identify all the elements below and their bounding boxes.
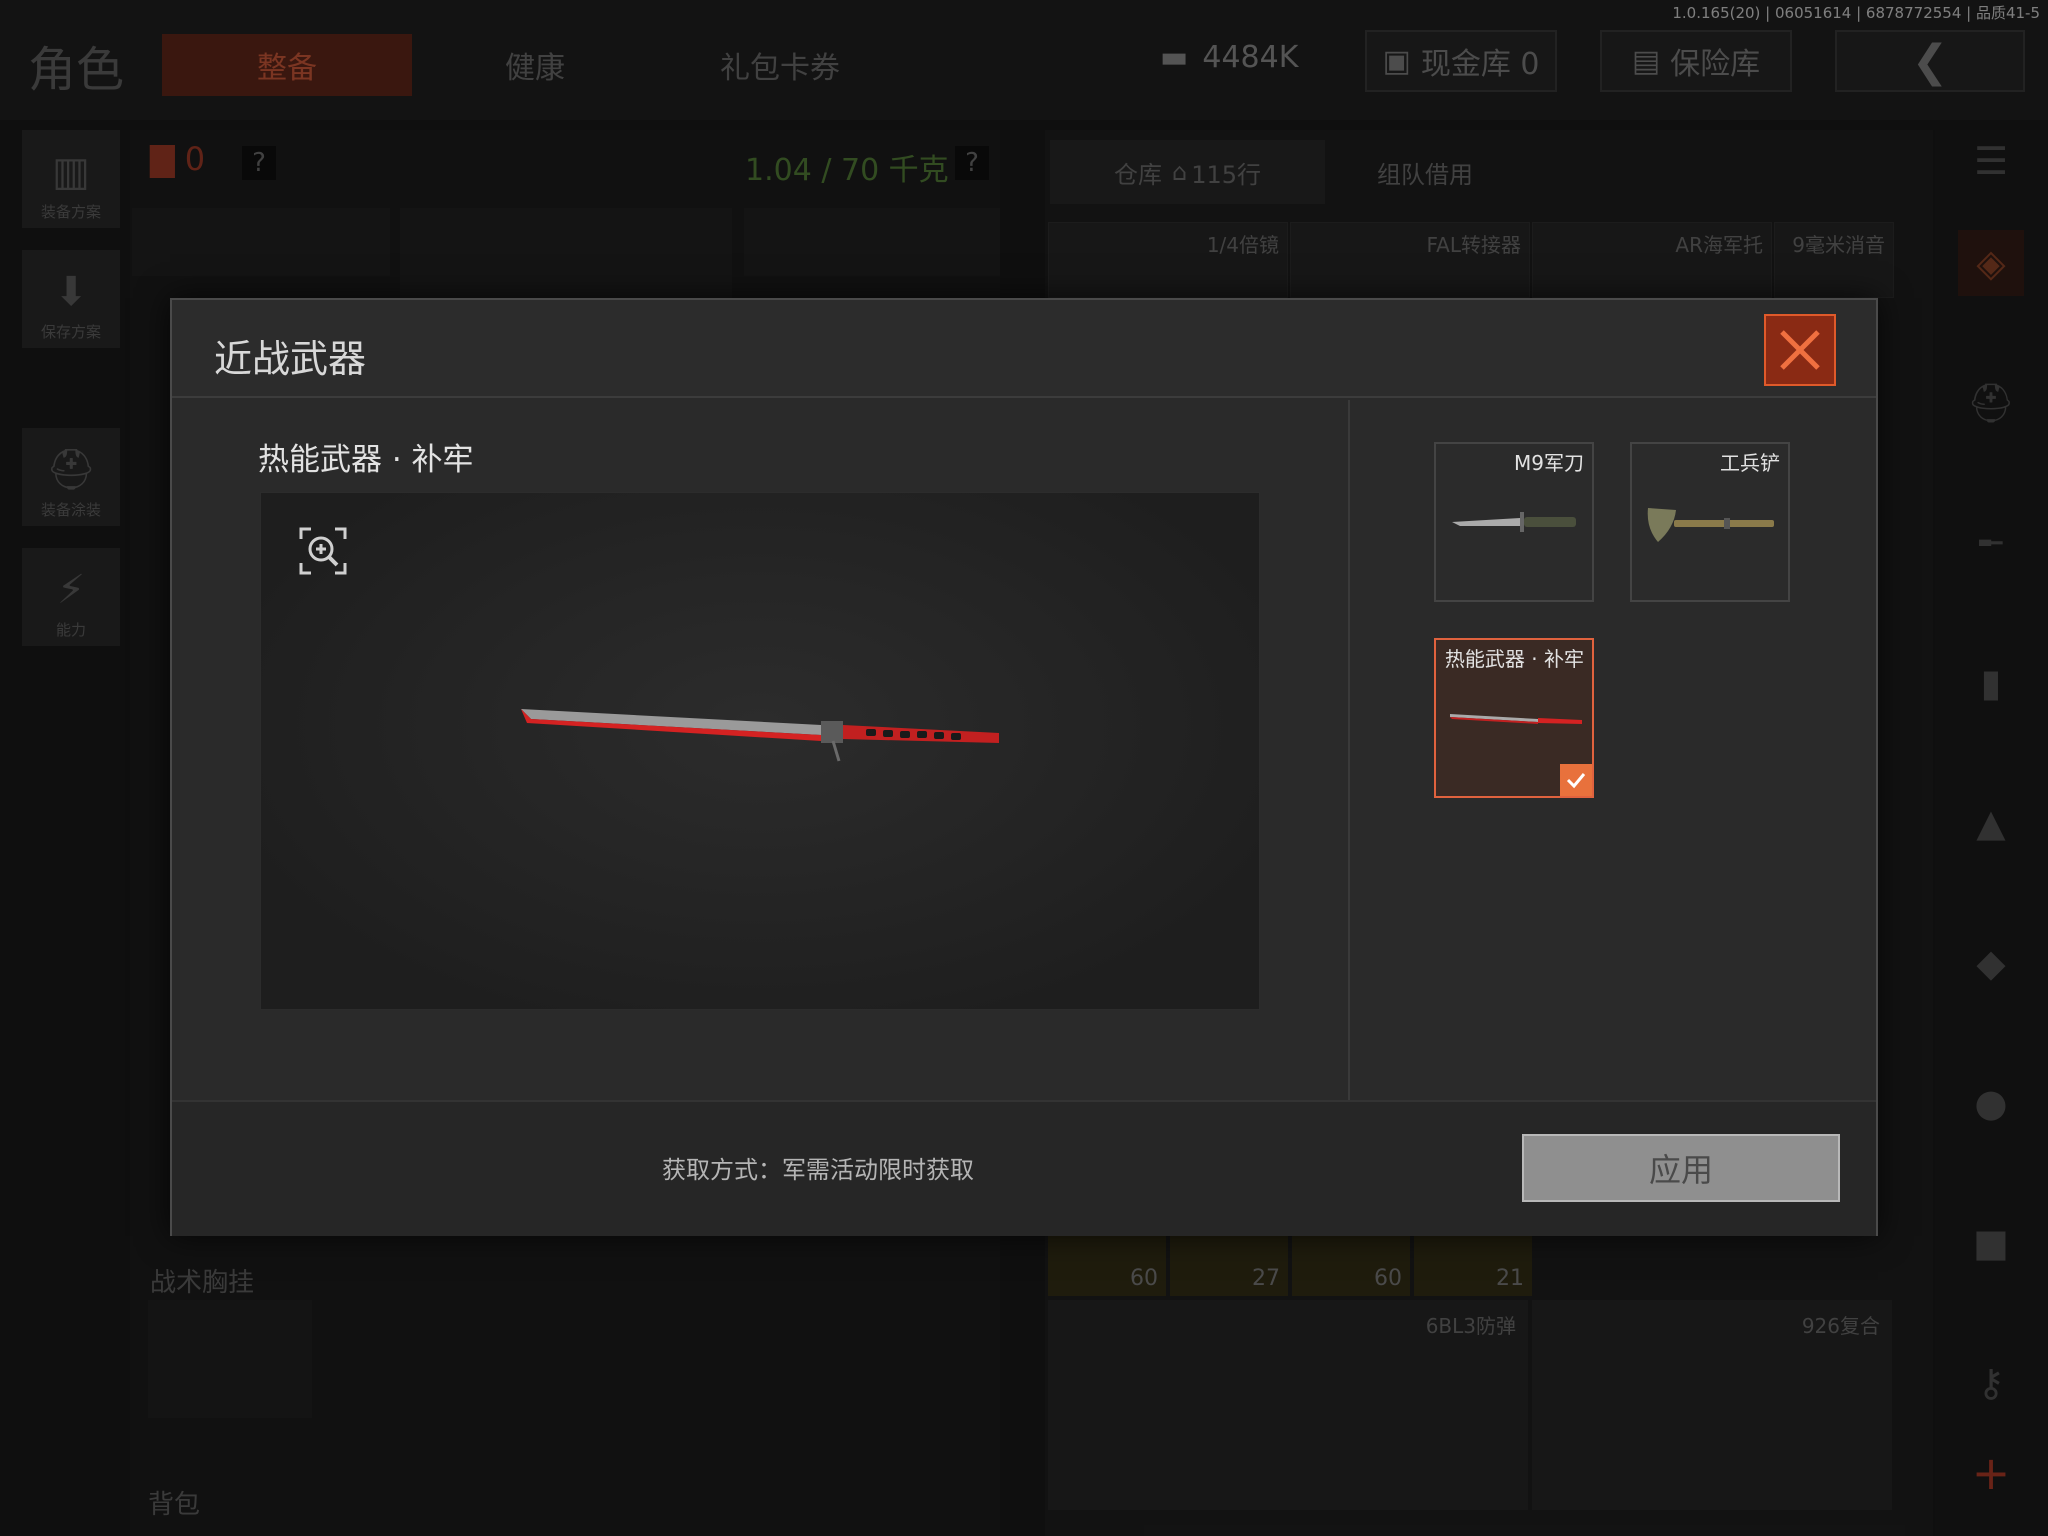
close-icon [1780, 330, 1820, 370]
weapon-option-m9[interactable]: M9军刀 [1434, 442, 1594, 602]
dialog-title: 近战武器 [214, 337, 367, 381]
apply-button[interactable]: 应用 [1522, 1134, 1840, 1202]
weapon-option-thermal[interactable]: 热能武器 · 补牢 [1434, 638, 1594, 798]
weapon-option-shovel[interactable]: 工兵铲 [1630, 442, 1790, 602]
item-preview [260, 492, 1260, 1010]
katana-image [521, 709, 999, 762]
acquire-method: 获取方式：军需活动限时获取 [662, 1156, 974, 1184]
knife-icon [1452, 512, 1576, 532]
option-name: 工兵铲 [1720, 451, 1780, 475]
selected-check [1560, 764, 1592, 796]
zoom-in-icon[interactable] [299, 527, 347, 575]
option-name: 热能武器 · 补牢 [1444, 647, 1584, 671]
melee-weapon-dialog: 近战武器 热能武器 · 补牢 M9军刀 工兵铲 热能武器 · 补牢 获取方式：军… [170, 298, 1878, 1236]
divider [1348, 400, 1350, 1100]
katana-icon [1450, 714, 1582, 724]
selected-item-name: 热能武器 · 补牢 [258, 442, 474, 478]
shovel-icon [1647, 508, 1774, 542]
dialog-footer: 获取方式：军需活动限时获取 应用 [172, 1100, 1876, 1236]
dialog-header: 近战武器 [172, 300, 1876, 398]
option-name: M9军刀 [1514, 451, 1584, 475]
check-icon [1566, 773, 1586, 789]
close-button[interactable] [1764, 314, 1836, 386]
